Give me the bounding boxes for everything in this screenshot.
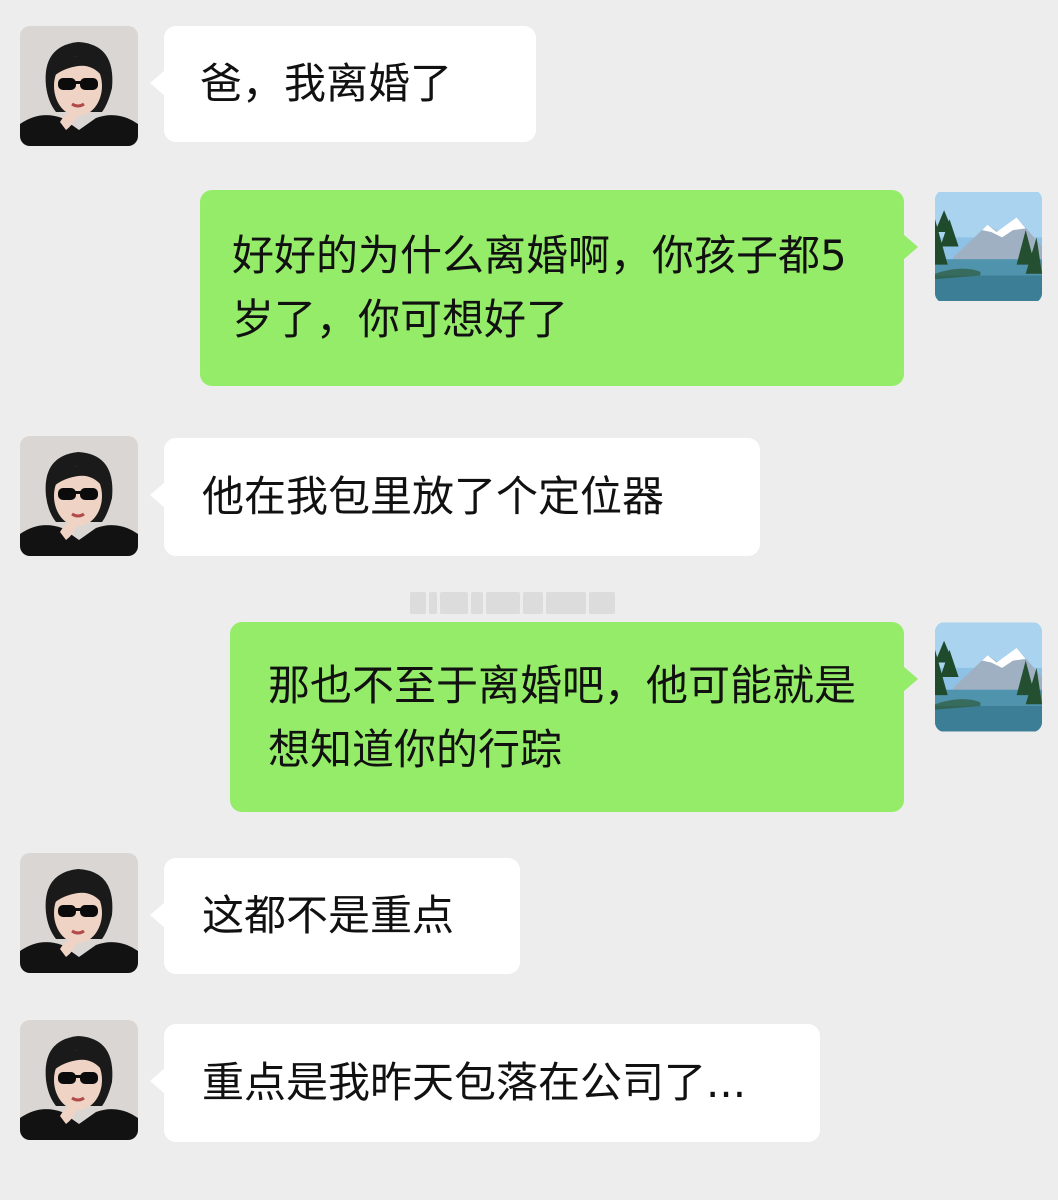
message-text: 他在我包里放了个定位器: [202, 472, 665, 521]
woman-sunglasses-avatar[interactable]: [20, 853, 138, 973]
woman-sunglasses-avatar-image: [20, 26, 138, 146]
message-bubble-incoming[interactable]: 他在我包里放了个定位器: [150, 438, 760, 556]
message-text: 爸，我离婚了: [200, 59, 453, 108]
message-bubble-outgoing[interactable]: 好好的为什么离婚啊，你孩子都5岁了，你可想好了: [200, 190, 918, 386]
message-bubble-incoming[interactable]: 重点是我昨天包落在公司了...: [150, 1024, 820, 1142]
woman-sunglasses-avatar[interactable]: [20, 1020, 138, 1140]
woman-sunglasses-avatar-image: [20, 1020, 138, 1140]
message-bubble-outgoing[interactable]: 那也不至于离婚吧，他可能就是想知道你的行踪: [230, 622, 918, 812]
mountain-lake-avatar-image: [935, 622, 1042, 732]
mountain-lake-avatar[interactable]: [935, 190, 1042, 303]
message-text: 那也不至于离婚吧，他可能就是想知道你的行踪: [268, 661, 857, 774]
mountain-lake-avatar[interactable]: [935, 622, 1042, 732]
faint-watermark: [410, 588, 632, 618]
woman-sunglasses-avatar[interactable]: [20, 436, 138, 556]
woman-sunglasses-avatar[interactable]: [20, 26, 138, 146]
message-bubble-incoming[interactable]: 这都不是重点: [150, 858, 520, 974]
woman-sunglasses-avatar-image: [20, 436, 138, 556]
message-text: 重点是我昨天包落在公司了...: [202, 1058, 747, 1107]
woman-sunglasses-avatar-image: [20, 853, 138, 973]
message-bubble-incoming[interactable]: 爸，我离婚了: [150, 26, 536, 142]
message-text: 这都不是重点: [202, 891, 455, 940]
message-text: 好好的为什么离婚啊，你孩子都5岁了，你可想好了: [232, 231, 847, 344]
mountain-lake-avatar-image: [935, 190, 1042, 303]
